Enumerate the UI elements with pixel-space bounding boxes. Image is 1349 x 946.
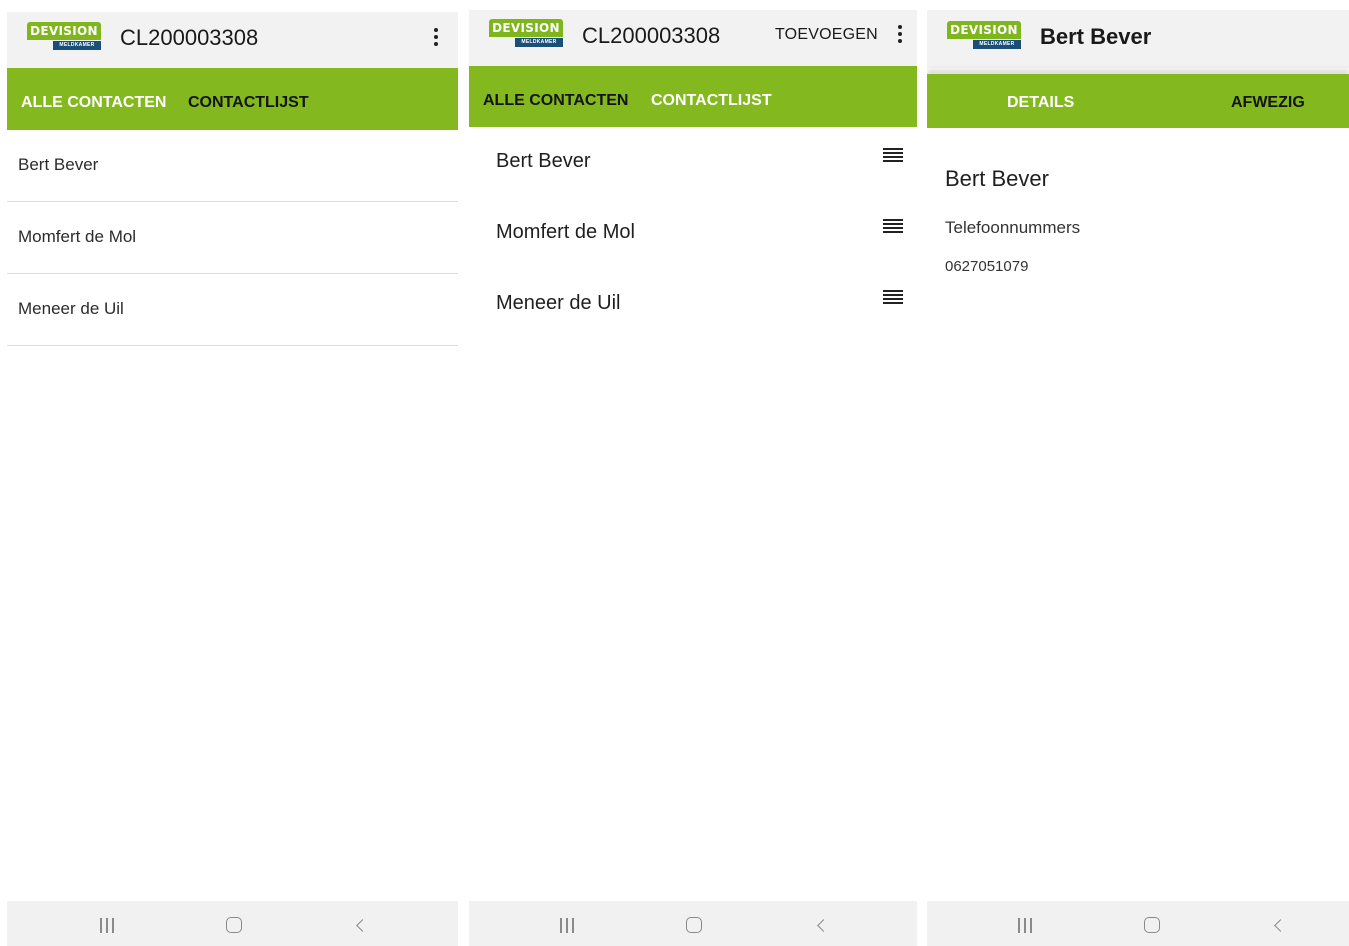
logo-text: DEVISION <box>947 21 1021 39</box>
drag-handle-icon[interactable] <box>883 290 903 304</box>
list-item[interactable]: Meneer de Uil <box>7 274 458 346</box>
tab-afwezig[interactable]: AFWEZIG <box>1231 94 1305 112</box>
back-icon[interactable] <box>816 918 828 934</box>
logo-subtext: MELDKAMER <box>53 41 101 50</box>
drag-handle-icon[interactable] <box>883 148 903 162</box>
tab-details[interactable]: DETAILS <box>1007 94 1074 112</box>
system-nav-bar <box>7 901 458 946</box>
overflow-menu-icon[interactable] <box>895 25 905 47</box>
list-item[interactable]: Momfert de Mol <box>469 199 917 270</box>
list-item[interactable]: Momfert de Mol <box>7 202 458 274</box>
contact-name-heading: Bert Bever <box>945 166 1049 191</box>
devision-logo: DEVISION MELDKAMER <box>947 21 1023 51</box>
list-item[interactable]: Bert Bever <box>7 130 458 202</box>
logo-subtext: MELDKAMER <box>973 40 1021 49</box>
overflow-menu-icon[interactable] <box>431 28 441 50</box>
tab-alle-contacten[interactable]: ALLE CONTACTEN <box>483 92 628 110</box>
recents-icon[interactable] <box>559 918 575 934</box>
contact-name: Momfert de Mol <box>496 221 635 243</box>
logo-text: DEVISION <box>489 19 563 37</box>
logo-text: DEVISION <box>27 22 101 40</box>
page-title: Bert Bever <box>1040 24 1152 49</box>
home-icon[interactable] <box>226 917 242 933</box>
add-button[interactable]: TOEVOEGEN <box>775 26 878 44</box>
tab-bar: ALLE CONTACTEN CONTACTLIJST <box>7 68 458 130</box>
home-icon[interactable] <box>686 917 702 933</box>
contact-name: Momfert de Mol <box>18 227 137 246</box>
system-nav-bar <box>469 901 917 946</box>
home-icon[interactable] <box>1144 917 1160 933</box>
devision-logo: DEVISION MELDKAMER <box>489 19 565 49</box>
contact-name: Meneer de Uil <box>496 292 621 314</box>
contact-name: Meneer de Uil <box>18 299 124 318</box>
recents-icon[interactable] <box>99 918 115 934</box>
devision-logo: DEVISION MELDKAMER <box>27 22 103 52</box>
screen-all-contacts: DEVISION MELDKAMER CL200003308 ALLE CONT… <box>7 0 458 946</box>
phone-number[interactable]: 0627051079 <box>945 258 1028 275</box>
app-bar: DEVISION MELDKAMER Bert Bever <box>927 10 1349 68</box>
back-icon[interactable] <box>1273 918 1285 934</box>
recents-icon[interactable] <box>1017 918 1033 934</box>
tab-bar: ALLE CONTACTEN CONTACTLIJST <box>469 66 917 127</box>
screen-contact-list: DEVISION MELDKAMER CL200003308 TOEVOEGEN… <box>469 0 917 946</box>
page-title: CL200003308 <box>582 23 721 48</box>
back-icon[interactable] <box>355 918 367 934</box>
app-bar: DEVISION MELDKAMER CL200003308 <box>7 12 458 68</box>
contact-name: Bert Bever <box>496 150 591 172</box>
tab-contactlijst[interactable]: CONTACTLIJST <box>188 94 309 112</box>
contact-name: Bert Bever <box>18 155 99 174</box>
list-item[interactable]: Meneer de Uil <box>469 270 917 341</box>
phones-label: Telefoonnummers <box>945 218 1081 237</box>
system-nav-bar <box>927 901 1349 946</box>
tab-alle-contacten[interactable]: ALLE CONTACTEN <box>21 94 166 112</box>
page-title: CL200003308 <box>120 25 259 50</box>
app-bar: DEVISION MELDKAMER CL200003308 TOEVOEGEN <box>469 10 917 66</box>
screen-contact-details: DEVISION MELDKAMER Bert Bever DETAILS AF… <box>927 0 1349 946</box>
list-item[interactable]: Bert Bever <box>469 128 917 199</box>
tab-bar: DETAILS AFWEZIG <box>927 74 1349 128</box>
tab-contactlijst[interactable]: CONTACTLIJST <box>651 92 772 110</box>
drag-handle-icon[interactable] <box>883 219 903 233</box>
logo-subtext: MELDKAMER <box>515 38 563 47</box>
